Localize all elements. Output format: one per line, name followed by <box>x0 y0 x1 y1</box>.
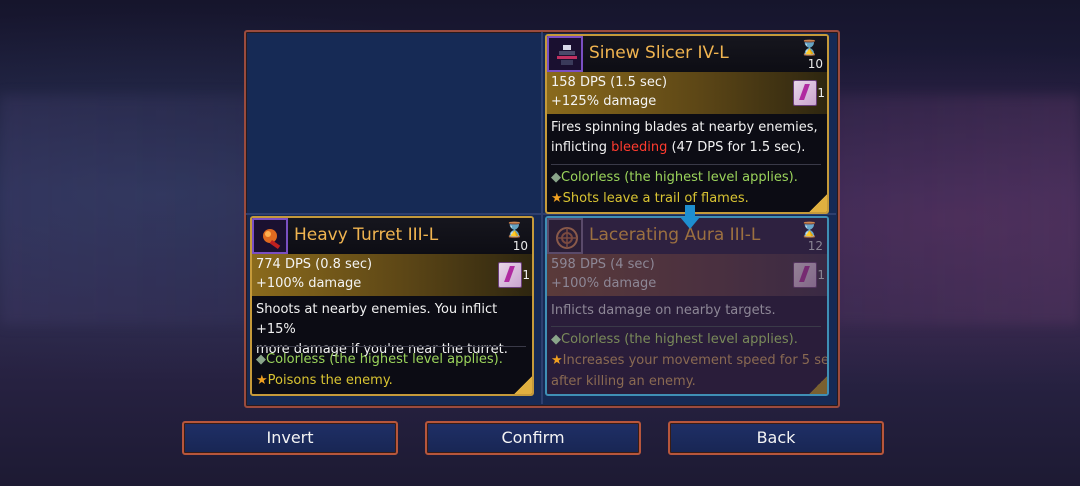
separator <box>551 326 821 327</box>
item-level: 10 <box>807 57 823 71</box>
item-description: Shoots at nearby enemies. You inflict +1… <box>256 300 526 360</box>
trait-affix-line2: after killing an enemy. <box>551 374 696 389</box>
affix-star-icon: ★ <box>551 191 563 206</box>
colorless-diamond-icon: ◆ <box>551 170 561 185</box>
item-card-heavy-turret[interactable]: Heavy Turret III-L ⌛ 10 774 DPS (0.8 sec… <box>250 216 534 396</box>
invert-button[interactable]: Invert <box>182 421 398 455</box>
hourglass-icon: ⌛ <box>800 39 819 57</box>
heavy-turret-icon <box>252 218 288 254</box>
hourglass-icon: ⌛ <box>800 221 819 239</box>
sinew-slicer-icon <box>547 36 583 72</box>
colorless-diamond-icon: ◆ <box>551 332 561 347</box>
scroll-count: 1 <box>817 86 825 100</box>
damage-text: +125% damage <box>551 94 657 109</box>
item-name: Heavy Turret III-L <box>294 225 439 245</box>
lacerating-aura-icon <box>547 218 583 254</box>
selection-arrow-icon <box>680 205 700 231</box>
trait-colorless: ◆Colorless (the highest level applies). <box>256 352 503 367</box>
item-description: Inflicts damage on nearby targets. <box>551 301 821 321</box>
item-level: 12 <box>807 239 823 253</box>
item-level: 10 <box>512 239 528 253</box>
panel-divider-vertical <box>541 32 543 404</box>
stats-bar: 598 DPS (4 sec) +100% damage <box>547 254 827 296</box>
damage-text: +100% damage <box>551 276 657 291</box>
dps-text: 774 DPS (0.8 sec) <box>256 257 373 272</box>
desc-line: Fires spinning blades at nearby enemies, <box>551 120 818 135</box>
desc-line: inflicting bleeding (47 DPS for 1.5 sec)… <box>551 140 806 155</box>
trait-affix: ★Increases your movement speed for 5 sec <box>551 353 829 368</box>
scroll-icon <box>793 262 817 288</box>
back-button[interactable]: Back <box>668 421 884 455</box>
trait-colorless: ◆Colorless (the highest level applies). <box>551 170 798 185</box>
stats-bar: 774 DPS (0.8 sec) +100% damage <box>252 254 532 296</box>
scroll-count: 1 <box>522 268 530 282</box>
dps-text: 598 DPS (4 sec) <box>551 257 655 272</box>
item-card-sinew-slicer[interactable]: Sinew Slicer IV-L ⌛ 10 158 DPS (1.5 sec)… <box>545 34 829 214</box>
affix-star-icon: ★ <box>551 353 563 368</box>
trait-affix: ★Shots leave a trail of flames. <box>551 191 749 206</box>
scroll-icon <box>498 262 522 288</box>
item-description: Fires spinning blades at nearby enemies,… <box>551 118 821 158</box>
card-corner <box>514 376 532 394</box>
card-corner <box>809 376 827 394</box>
item-card-lacerating-aura[interactable]: Lacerating Aura III-L ⌛ 12 598 DPS (4 se… <box>545 216 829 396</box>
affix-star-icon: ★ <box>256 373 268 388</box>
trait-affix: ★Poisons the enemy. <box>256 373 393 388</box>
separator <box>256 346 526 347</box>
confirm-button[interactable]: Confirm <box>425 421 641 455</box>
item-name: Sinew Slicer IV-L <box>589 43 729 63</box>
bleeding-keyword: bleeding <box>611 140 668 155</box>
colorless-diamond-icon: ◆ <box>256 352 266 367</box>
damage-text: +100% damage <box>256 276 362 291</box>
stats-bar: 158 DPS (1.5 sec) +125% damage <box>547 72 827 114</box>
desc-line: Inflicts damage on nearby targets. <box>551 303 776 318</box>
dps-text: 158 DPS (1.5 sec) <box>551 75 668 90</box>
trait-colorless: ◆Colorless (the highest level applies). <box>551 332 798 347</box>
card-corner <box>809 194 827 212</box>
scroll-count: 1 <box>817 268 825 282</box>
hourglass-icon: ⌛ <box>505 221 524 239</box>
separator <box>551 164 821 165</box>
item-name: Lacerating Aura III-L <box>589 225 761 245</box>
desc-line: Shoots at nearby enemies. You inflict +1… <box>256 302 498 337</box>
scroll-icon <box>793 80 817 106</box>
